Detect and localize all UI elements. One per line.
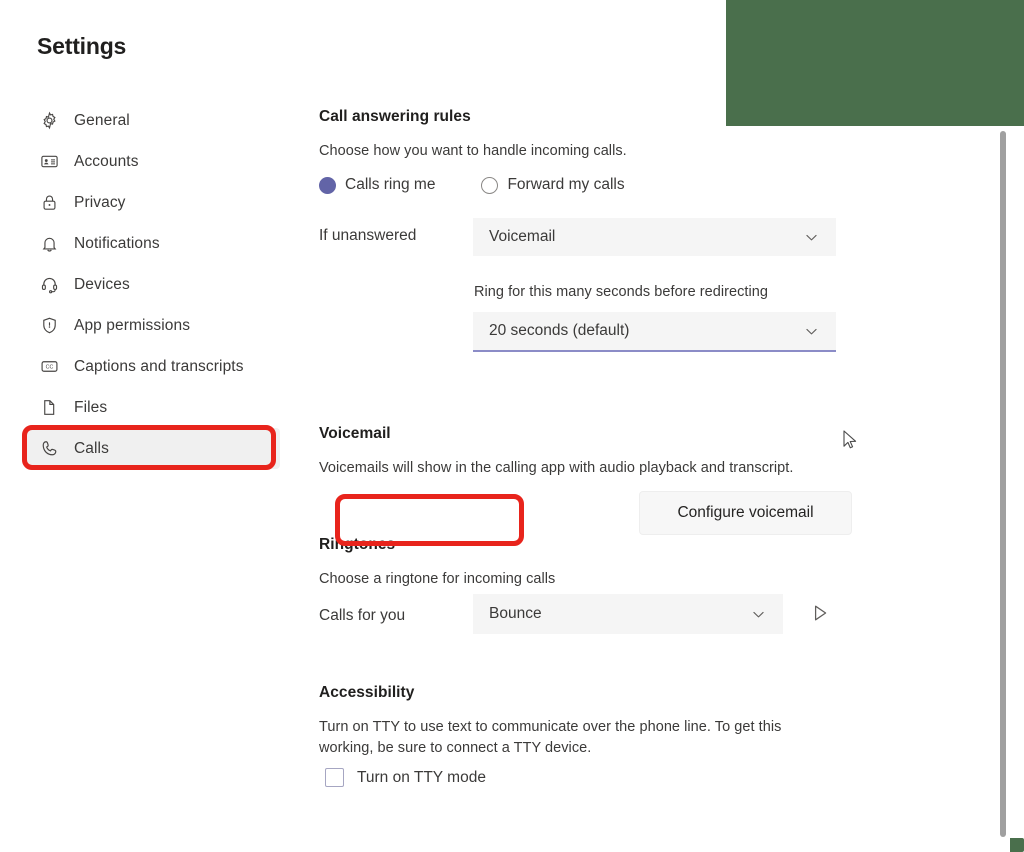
if-unanswered-dropdown[interactable]: Voicemail xyxy=(473,218,836,256)
settings-main-panel: Call answering rules Choose how you want… xyxy=(319,100,939,803)
screen-recording-overlay-top xyxy=(726,0,1024,126)
shield-icon xyxy=(38,315,60,337)
sidebar-item-accounts[interactable]: Accounts xyxy=(24,141,280,182)
ringtones-section: Ringtones Choose a ringtone for incoming… xyxy=(319,536,939,673)
settings-window: Settings General Accounts Privacy Notifi… xyxy=(0,0,1024,852)
chevron-down-icon xyxy=(750,606,767,623)
sidebar-item-label: App permissions xyxy=(74,316,191,334)
sidebar-item-captions-and-transcripts[interactable]: CC Captions and transcripts xyxy=(24,346,280,387)
accessibility-description: Turn on TTY to use text to communicate o… xyxy=(319,719,782,757)
tty-mode-checkbox[interactable] xyxy=(325,768,344,787)
ringtone-preview-play-button[interactable] xyxy=(804,598,836,630)
ringtone-dropdown[interactable]: Bounce xyxy=(473,594,783,634)
sidebar-item-calls[interactable]: Calls xyxy=(24,428,280,469)
configure-voicemail-button[interactable]: Configure voicemail xyxy=(639,491,852,535)
call-answering-radio-group: Calls ring me Forward my calls xyxy=(319,176,625,194)
sidebar-item-label: Devices xyxy=(74,275,130,293)
sidebar-item-notifications[interactable]: Notifications xyxy=(24,223,280,264)
radio-label: Forward my calls xyxy=(507,176,625,193)
call-answering-rules-section: Call answering rules Choose how you want… xyxy=(319,100,939,282)
sidebar-item-label: Privacy xyxy=(74,193,126,211)
ring-seconds-value: 20 seconds (default) xyxy=(489,322,630,339)
voicemail-description: Voicemails will show in the calling app … xyxy=(319,460,794,476)
ring-seconds-dropdown[interactable]: 20 seconds (default) xyxy=(473,312,836,352)
svg-text:CC: CC xyxy=(45,365,53,371)
if-unanswered-value: Voicemail xyxy=(489,228,556,245)
radio-selected-indicator xyxy=(319,176,336,194)
if-unanswered-label: If unanswered xyxy=(319,227,417,244)
calls-for-you-label: Calls for you xyxy=(319,607,406,624)
chevron-down-icon xyxy=(803,323,820,340)
sidebar-item-app-permissions[interactable]: App permissions xyxy=(24,305,280,346)
cc-icon: CC xyxy=(38,356,60,378)
bell-icon xyxy=(38,233,60,255)
sidebar-item-label: Notifications xyxy=(74,234,160,252)
radio-forward-my-calls[interactable]: Forward my calls xyxy=(481,176,625,194)
chevron-down-icon xyxy=(803,229,820,246)
sidebar-item-general[interactable]: General xyxy=(24,100,280,141)
radio-label: Calls ring me xyxy=(345,176,436,193)
ringtones-description: Choose a ringtone for incoming calls xyxy=(319,571,556,587)
voicemail-section: Voicemail Voicemails will show in the ca… xyxy=(319,398,939,536)
ringtones-title: Ringtones xyxy=(319,536,396,553)
settings-sidebar: General Accounts Privacy Notifications D… xyxy=(24,100,280,469)
sidebar-item-devices[interactable]: Devices xyxy=(24,264,280,305)
sidebar-item-privacy[interactable]: Privacy xyxy=(24,182,280,223)
phone-icon xyxy=(38,438,60,460)
sidebar-item-label: Accounts xyxy=(74,152,139,170)
sidebar-item-label: General xyxy=(74,111,130,129)
play-icon xyxy=(809,602,831,627)
sidebar-item-files[interactable]: Files xyxy=(24,387,280,428)
radio-calls-ring-me[interactable]: Calls ring me xyxy=(319,176,435,194)
call-answering-rules-title: Call answering rules xyxy=(319,108,471,125)
sidebar-item-label: Files xyxy=(74,398,108,416)
sidebar-item-label: Calls xyxy=(74,439,109,457)
accessibility-title: Accessibility xyxy=(319,684,415,701)
ring-seconds-label: Ring for this many seconds before redire… xyxy=(474,284,769,300)
ringtone-value: Bounce xyxy=(489,605,542,622)
tty-mode-label: Turn on TTY mode xyxy=(357,768,486,786)
ring-duration-section: Ring for this many seconds before redire… xyxy=(319,282,939,398)
call-answering-rules-description: Choose how you want to handle incoming c… xyxy=(319,143,627,159)
accessibility-section: Accessibility Turn on TTY to use text to… xyxy=(319,673,939,803)
tty-mode-checkbox-row[interactable]: Turn on TTY mode xyxy=(325,768,486,787)
voicemail-title: Voicemail xyxy=(319,425,391,442)
lock-icon xyxy=(38,192,60,214)
file-icon xyxy=(38,397,60,419)
settings-dialog: Settings General Accounts Privacy Notifi… xyxy=(0,0,1006,852)
headset-icon xyxy=(38,274,60,296)
gear-icon xyxy=(38,110,60,132)
radio-unselected-indicator xyxy=(481,176,499,194)
contact-card-icon xyxy=(38,151,60,173)
sidebar-item-label: Captions and transcripts xyxy=(74,357,244,375)
page-title: Settings xyxy=(37,33,127,59)
scrollbar-thumb[interactable] xyxy=(1000,131,1006,837)
